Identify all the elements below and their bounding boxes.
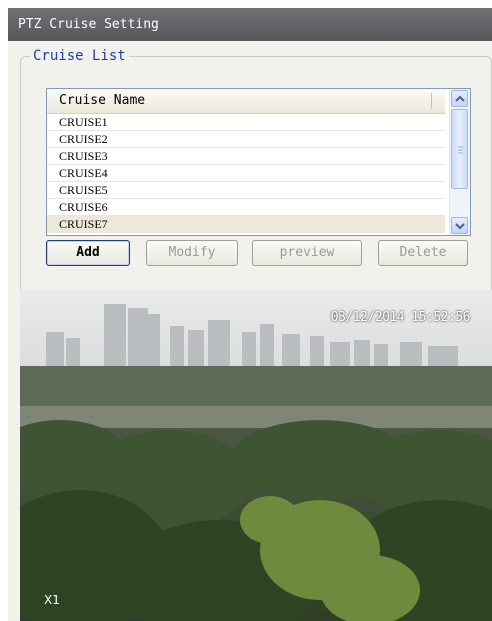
column-header-cruise-name[interactable]: Cruise Name: [47, 89, 445, 114]
add-button[interactable]: Add: [46, 240, 130, 266]
cruise-list-legend: Cruise List: [30, 46, 129, 66]
cruise-rows: CRUISE1 CRUISE2 CRUISE3 CRUISE4 CRUISE5 …: [47, 114, 445, 233]
list-item[interactable]: CRUISE3: [47, 148, 445, 165]
chevron-down-icon: [455, 223, 465, 230]
scroll-thumb[interactable]: [451, 109, 468, 189]
delete-button[interactable]: Delete: [378, 240, 468, 266]
list-item[interactable]: CRUISE1: [47, 114, 445, 131]
list-item[interactable]: CRUISE4: [47, 165, 445, 182]
camera-preview[interactable]: 03/12/2014 15:52:56 X1: [20, 290, 492, 621]
grip-icon: [458, 146, 463, 154]
video-timestamp: 03/12/2014 15:52:56: [330, 310, 471, 325]
list-item[interactable]: CRUISE2: [47, 131, 445, 148]
list-item[interactable]: CRUISE6: [47, 199, 445, 216]
scroll-down-button[interactable]: [451, 217, 468, 234]
column-header-label: Cruise Name: [59, 93, 146, 108]
vertical-scrollbar[interactable]: [449, 89, 470, 235]
scroll-up-button[interactable]: [451, 90, 468, 107]
zoom-indicator: X1: [44, 593, 60, 607]
column-separator: [431, 93, 432, 109]
list-item[interactable]: CRUISE5: [47, 182, 445, 199]
cruise-listbox[interactable]: Cruise Name CRUISE1 CRUISE2 CRUISE3 CRUI…: [46, 88, 471, 236]
chevron-up-icon: [455, 95, 465, 102]
window-title: PTZ Cruise Setting: [8, 8, 492, 41]
preview-button[interactable]: preview: [252, 240, 362, 266]
modify-button[interactable]: Modify: [146, 240, 238, 266]
camera-scene-image: [20, 290, 492, 621]
list-item-selected[interactable]: CRUISE7: [47, 216, 445, 233]
ptz-cruise-window: PTZ Cruise Setting Cruise List Cruise Na…: [8, 8, 492, 621]
